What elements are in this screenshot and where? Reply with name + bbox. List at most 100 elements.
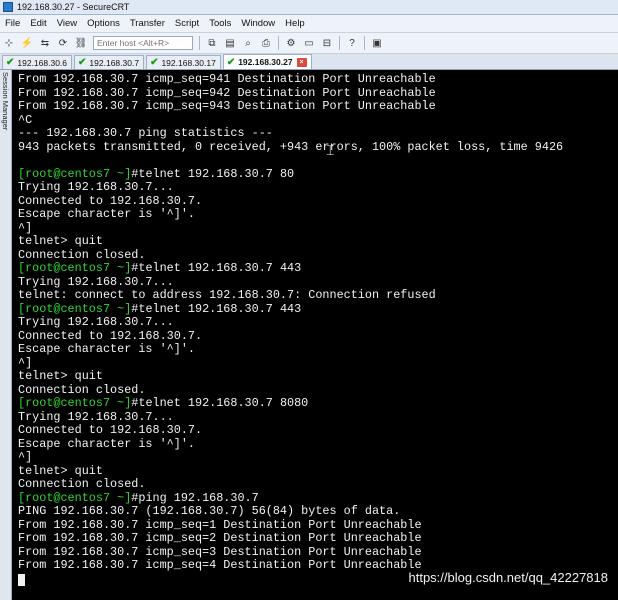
tab-session-4[interactable]: ✔ 192.168.30.27 × xyxy=(222,54,312,69)
menu-window[interactable]: Window xyxy=(236,18,280,29)
about-icon[interactable]: ▣ xyxy=(370,36,384,50)
tab-session-2[interactable]: ✔ 192.168.30.7 xyxy=(74,55,145,69)
menu-help[interactable]: Help xyxy=(280,18,310,29)
line-text: Trying 192.168.30.7... xyxy=(18,274,174,289)
line-text: Trying 192.168.30.7... xyxy=(18,409,174,424)
tab-session-1[interactable]: ✔ 192.168.30.6 xyxy=(2,55,73,69)
terminal-line: Trying 192.168.30.7... xyxy=(18,409,174,425)
terminal-line: Trying 192.168.30.7... xyxy=(18,315,174,330)
menu-view[interactable]: View xyxy=(52,18,82,29)
connected-check-icon: ✔ xyxy=(6,57,15,68)
toolbar-separator xyxy=(364,36,365,50)
line-text: 943 packets transmitted, 0 received, +94… xyxy=(18,139,564,154)
sftp-icon[interactable]: ⊟ xyxy=(320,36,334,50)
line-text: telnet> quit xyxy=(18,234,103,248)
line-text: From 192.168.30.7 icmp_seq=941 Destinati… xyxy=(18,72,436,86)
shell-prompt: [root@centos7 ~] xyxy=(18,490,132,505)
menu-options[interactable]: Options xyxy=(82,18,125,29)
terminal-line: From 192.168.30.7 icmp_seq=941 Destinati… xyxy=(18,72,436,87)
terminal-line: From 192.168.30.7 icmp_seq=4 Destination… xyxy=(18,558,422,573)
close-tab-icon[interactable]: × xyxy=(296,57,307,67)
host-input[interactable] xyxy=(93,36,193,50)
session-options-icon[interactable]: ⚙ xyxy=(284,36,298,50)
line-text: Connection closed. xyxy=(18,247,146,262)
toolbar-separator xyxy=(339,36,340,50)
line-text: Connected to 192.168.30.7. xyxy=(18,423,203,437)
copy-icon[interactable]: ⧉ xyxy=(205,36,219,50)
line-text: --- 192.168.30.7 ping statistics --- xyxy=(18,126,273,140)
terminal-line: ^] xyxy=(18,450,33,465)
connect-tab-icon[interactable]: ⇆ xyxy=(38,36,52,50)
tab-session-3[interactable]: ✔ 192.168.30.17 xyxy=(146,55,221,69)
line-text: From 192.168.30.7 icmp_seq=1 Destination… xyxy=(18,517,422,532)
find-icon[interactable]: ⌕ xyxy=(241,36,255,50)
line-text: Connected to 192.168.30.7. xyxy=(18,193,203,208)
line-text: From 192.168.30.7 icmp_seq=3 Destination… xyxy=(18,544,422,559)
line-text: Trying 192.168.30.7... xyxy=(18,315,174,329)
line-text: ^] xyxy=(18,355,33,370)
terminal-line: telnet> quit xyxy=(18,234,103,249)
menu-script[interactable]: Script xyxy=(170,18,204,29)
terminal-line: From 192.168.30.7 icmp_seq=1 Destination… xyxy=(18,517,422,533)
line-text: #telnet 192.168.30.7 80 xyxy=(131,166,295,181)
line-text: #telnet 192.168.30.7 443 xyxy=(131,301,302,316)
line-text: ^] xyxy=(18,220,33,235)
terminal-line: 943 packets transmitted, 0 received, +94… xyxy=(18,139,564,155)
terminal-line: Connected to 192.168.30.7. xyxy=(18,423,203,438)
terminal-line: [root@centos7 ~]#telnet 192.168.30.7 443 xyxy=(18,301,302,317)
line-text: From 192.168.30.7 icmp_seq=943 Destinati… xyxy=(18,99,436,113)
terminal-line: ^] xyxy=(18,220,33,236)
paste-icon[interactable]: ▤ xyxy=(223,36,237,50)
terminal-line: Connection closed. xyxy=(18,247,146,263)
terminal-line: telnet> quit xyxy=(18,369,103,384)
shell-prompt: [root@centos7 ~] xyxy=(18,261,132,275)
menu-tools[interactable]: Tools xyxy=(204,18,236,29)
terminal-line: Escape character is '^]'. xyxy=(18,207,195,222)
session-tabs: ✔ 192.168.30.6 ✔ 192.168.30.7 ✔ 192.168.30.… xyxy=(0,54,618,70)
quick-connect-icon[interactable]: ⚡ xyxy=(20,36,34,50)
line-text: telnet> quit xyxy=(18,369,103,383)
line-text: #ping 192.168.30.7 xyxy=(131,490,259,505)
line-text: PING 192.168.30.7 (192.168.30.7) 56(84) … xyxy=(18,504,401,518)
terminal-view[interactable]: From 192.168.30.7 icmp_seq=941 Destinati… xyxy=(12,70,618,600)
connected-check-icon: ✔ xyxy=(150,57,159,68)
line-text: ^] xyxy=(18,450,33,464)
terminal-line: From 192.168.30.7 icmp_seq=943 Destinati… xyxy=(18,99,436,114)
reconnect-icon[interactable]: ⟳ xyxy=(56,36,70,50)
terminal-line: Connected to 192.168.30.7. xyxy=(18,193,203,209)
terminal-line: ^] xyxy=(18,355,33,371)
terminal-line: Trying 192.168.30.7... xyxy=(18,180,174,195)
help-icon[interactable]: ? xyxy=(345,36,359,50)
app-icon xyxy=(3,2,13,12)
terminal-line: From 192.168.30.7 icmp_seq=942 Destinati… xyxy=(18,86,436,101)
terminal-line: Trying 192.168.30.7... xyxy=(18,274,174,290)
line-text: Trying 192.168.30.7... xyxy=(18,180,174,194)
menu-file[interactable]: File xyxy=(0,18,25,29)
text-cursor xyxy=(18,573,25,586)
shell-prompt: [root@centos7 ~] xyxy=(18,301,132,316)
terminal-line: Connected to 192.168.30.7. xyxy=(18,328,203,344)
connected-check-icon: ✔ xyxy=(226,56,236,68)
terminal-line: Connection closed. xyxy=(18,477,145,492)
global-options-icon[interactable]: ▭ xyxy=(302,36,316,50)
shell-prompt: [root@centos7 ~] xyxy=(18,166,132,181)
tab-label: 192.168.30.7 xyxy=(89,57,140,68)
print-icon[interactable]: ⎙ xyxy=(259,36,273,50)
terminal-line: --- 192.168.30.7 ping statistics --- xyxy=(18,126,273,141)
disconnect-icon[interactable]: ⛓ xyxy=(74,36,88,50)
terminal-line: ^C xyxy=(18,113,32,128)
title-bar: 192.168.30.27 - SecureCRT xyxy=(0,0,618,15)
window-title: 192.168.30.27 - SecureCRT xyxy=(17,2,130,12)
tab-label: 192.168.30.6 xyxy=(17,57,68,68)
connect-icon[interactable]: ⊹ xyxy=(2,36,16,50)
menu-bar: File Edit View Options Transfer Script T… xyxy=(0,15,618,33)
terminal-line: From 192.168.30.7 icmp_seq=3 Destination… xyxy=(18,544,422,560)
menu-transfer[interactable]: Transfer xyxy=(125,18,170,29)
line-text: #telnet 192.168.30.7 8080 xyxy=(131,396,309,410)
watermark: https://blog.csdn.net/qq_42227818 xyxy=(408,570,609,585)
session-manager-label: Session Manager xyxy=(1,72,10,131)
terminal-line: [root@centos7 ~]#telnet 192.168.30.7 80 xyxy=(18,166,295,182)
menu-edit[interactable]: Edit xyxy=(25,18,51,29)
session-manager-panel[interactable]: Session Manager xyxy=(0,70,12,600)
line-text: Connected to 192.168.30.7. xyxy=(18,328,203,343)
